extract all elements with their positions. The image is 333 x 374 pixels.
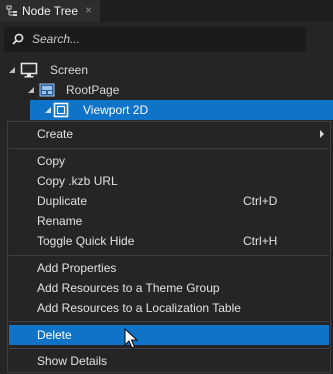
tree-item-screen[interactable]: Screen bbox=[0, 60, 333, 80]
viewport-icon bbox=[53, 102, 69, 118]
tab-node-tree[interactable]: Node Tree × bbox=[0, 0, 100, 22]
expand-arrow-icon[interactable] bbox=[45, 107, 51, 113]
context-menu: Create Copy Copy .kzb URL Duplicate Ctrl… bbox=[7, 121, 331, 373]
expand-arrow-icon[interactable] bbox=[9, 67, 15, 73]
menu-item-label: Delete bbox=[37, 328, 72, 342]
menu-item-create[interactable]: Create bbox=[9, 124, 329, 144]
menu-item-rename[interactable]: Rename bbox=[9, 211, 329, 231]
tree-item-label: Screen bbox=[50, 63, 89, 77]
menu-item-add-resources-localization-table[interactable]: Add Resources to a Localization Table bbox=[9, 298, 329, 318]
node-tree-panel: Node Tree × Screen Roo bbox=[0, 0, 333, 374]
search-icon bbox=[12, 33, 24, 45]
tree-item-viewport-2d[interactable]: Viewport 2D bbox=[30, 100, 333, 120]
search-box bbox=[4, 27, 306, 52]
menu-item-label: Toggle Quick Hide bbox=[37, 234, 135, 248]
menu-item-copy-kzb-url[interactable]: Copy .kzb URL bbox=[9, 171, 329, 191]
menu-separator bbox=[9, 148, 329, 149]
menu-separator bbox=[9, 321, 329, 322]
tree-item-label: RootPage bbox=[66, 83, 120, 97]
menu-item-shortcut: Ctrl+D bbox=[243, 194, 278, 208]
menu-item-label: Add Resources to a Theme Group bbox=[37, 281, 220, 295]
menu-item-label: Show Details bbox=[37, 354, 108, 368]
node-tree-icon bbox=[6, 5, 17, 16]
mouse-pointer-icon bbox=[124, 328, 138, 349]
menu-item-label: Copy bbox=[37, 154, 66, 168]
search-input[interactable] bbox=[32, 30, 292, 48]
menu-item-show-details[interactable]: Show Details bbox=[9, 351, 329, 371]
menu-item-label: Rename bbox=[37, 214, 83, 228]
menu-item-copy[interactable]: Copy bbox=[9, 151, 329, 171]
menu-separator bbox=[9, 255, 329, 256]
menu-item-label: Create bbox=[37, 127, 74, 141]
close-icon[interactable]: × bbox=[85, 3, 92, 17]
menu-item-duplicate[interactable]: Duplicate Ctrl+D bbox=[9, 191, 329, 211]
menu-item-toggle-quick-hide[interactable]: Toggle Quick Hide Ctrl+H bbox=[9, 231, 329, 251]
menu-item-label: Duplicate bbox=[37, 194, 88, 208]
expand-arrow-icon[interactable] bbox=[28, 87, 34, 93]
menu-item-label: Add Properties bbox=[37, 261, 117, 275]
submenu-arrow-icon bbox=[320, 130, 324, 138]
menu-item-delete[interactable]: Delete bbox=[9, 325, 329, 345]
tree-item-rootpage[interactable]: RootPage bbox=[0, 80, 333, 100]
menu-item-add-resources-theme-group[interactable]: Add Resources to a Theme Group bbox=[9, 278, 329, 298]
page-icon bbox=[39, 83, 55, 97]
tab-title: Node Tree bbox=[22, 4, 79, 18]
menu-item-label: Add Resources to a Localization Table bbox=[37, 301, 241, 315]
tree-item-label: Viewport 2D bbox=[83, 103, 149, 117]
menu-item-add-properties[interactable]: Add Properties bbox=[9, 258, 329, 278]
monitor-icon bbox=[20, 62, 38, 78]
menu-item-label: Copy .kzb URL bbox=[37, 174, 118, 188]
tab-bar: Node Tree × bbox=[0, 0, 333, 22]
menu-separator bbox=[9, 348, 329, 349]
menu-item-shortcut: Ctrl+H bbox=[243, 234, 278, 248]
